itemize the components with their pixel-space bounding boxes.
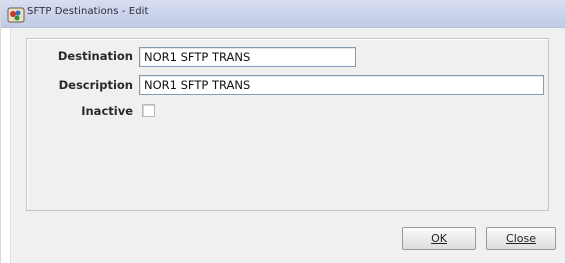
app-icon xyxy=(7,6,25,24)
description-field[interactable]: NOR1 SFTP TRANS xyxy=(139,75,544,95)
close-button[interactable]: Close xyxy=(486,227,556,250)
destination-field[interactable]: NOR1 SFTP TRANS xyxy=(139,47,356,67)
ok-button[interactable]: OK xyxy=(402,227,476,250)
description-label: Description xyxy=(58,78,133,92)
dialog-window: SFTP Destinations - Edit Destination NOR… xyxy=(0,0,565,263)
inactive-label: Inactive xyxy=(81,104,133,118)
window-title: SFTP Destinations - Edit xyxy=(27,6,149,17)
inactive-checkbox[interactable] xyxy=(142,104,155,117)
ok-button-label: OK xyxy=(431,232,447,245)
destination-label: Destination xyxy=(57,49,133,63)
close-button-label: Close xyxy=(506,232,536,245)
left-border-strip xyxy=(1,28,11,263)
title-bar[interactable]: SFTP Destinations - Edit xyxy=(1,0,565,28)
